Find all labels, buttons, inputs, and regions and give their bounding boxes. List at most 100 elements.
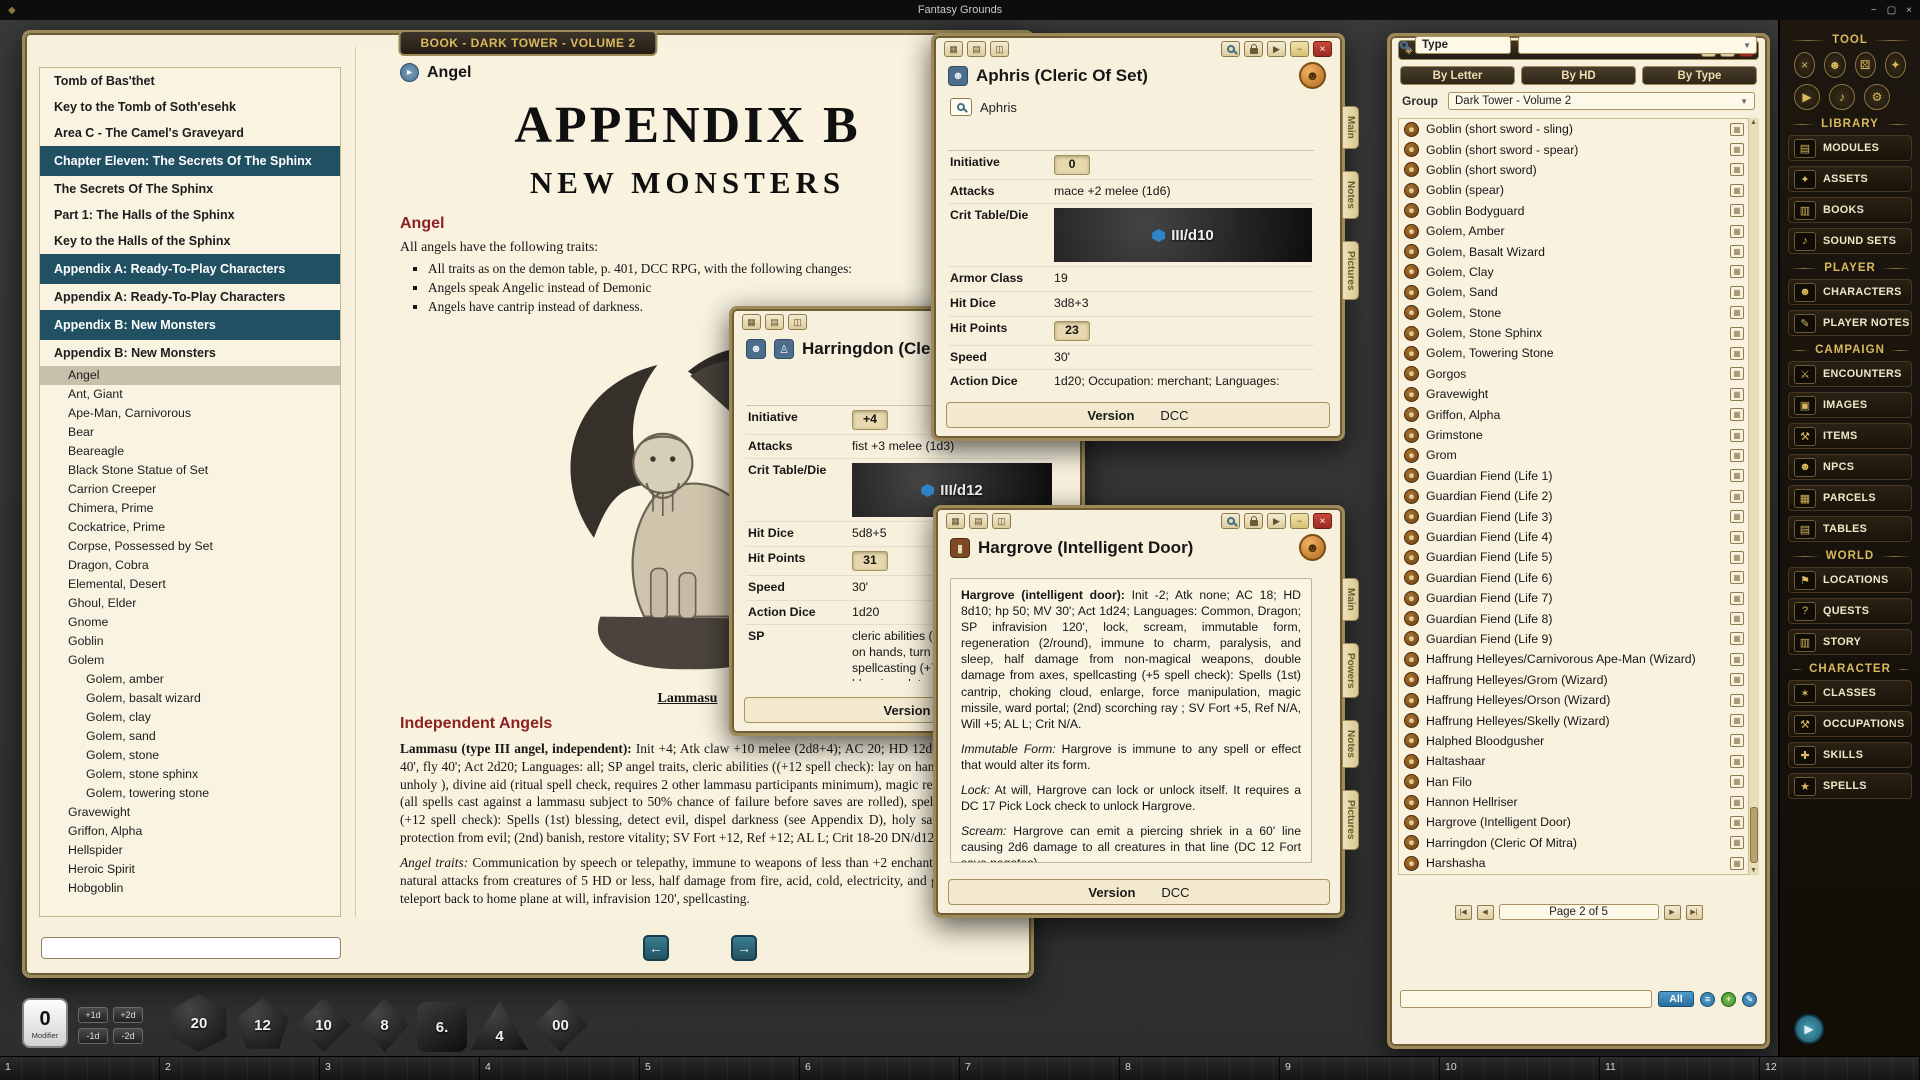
sheet-icon[interactable]: ▤ <box>765 314 784 330</box>
npc-list-item[interactable]: ☻ Guardian Fiend (Life 5) ▦ <box>1399 547 1758 567</box>
modifier-button[interactable]: -1d <box>78 1028 108 1044</box>
hotbar-slot[interactable]: 6 <box>800 1057 960 1080</box>
stat-value[interactable]: III/d10 <box>1054 208 1312 262</box>
sidebar-item[interactable]: ▥STORY <box>1788 629 1912 655</box>
npc-list-item[interactable]: ☻ Hargrove (Intelligent Door) ▦ <box>1399 812 1758 832</box>
token-grid-icon[interactable]: ▦ <box>1730 694 1744 707</box>
toc-item[interactable]: Hellspider <box>40 841 340 860</box>
stat-value[interactable]: 19 <box>1054 271 1312 287</box>
sidebar-item[interactable]: ⚒OCCUPATIONS <box>1788 711 1912 737</box>
toc-item[interactable]: Corpse, Possessed by Set <box>40 537 340 556</box>
modifier-box[interactable]: 0 Modifier <box>22 998 68 1048</box>
die[interactable]: 6. <box>417 1002 467 1052</box>
stat-value[interactable]: 23 <box>1054 321 1312 341</box>
window-tab[interactable]: Pictures <box>1343 241 1359 300</box>
token-grid-icon[interactable]: ▦ <box>1730 265 1744 278</box>
sidebar-item[interactable]: ✎PLAYER NOTES <box>1788 310 1912 336</box>
maximize-icon[interactable]: ▢ <box>1887 5 1896 16</box>
token-grid-icon[interactable]: ▦ <box>1730 571 1744 584</box>
scroll-down-icon[interactable]: ▼ <box>1750 867 1757 874</box>
toc-item[interactable]: Appendix B: New Monsters <box>40 310 340 340</box>
close-icon[interactable]: × <box>1906 5 1912 16</box>
token-grid-icon[interactable]: ▦ <box>1730 551 1744 564</box>
toc-item[interactable]: Golem, amber <box>40 670 340 689</box>
toc-item[interactable]: Griffon, Alpha <box>40 822 340 841</box>
zoom-icon[interactable] <box>1221 513 1240 529</box>
list-scrollbar[interactable]: ▲ ▼ <box>1748 118 1759 875</box>
toc-item[interactable]: Tomb of Bas'thet <box>40 68 340 94</box>
panel-icon[interactable]: ◫ <box>992 513 1011 529</box>
filter-tab[interactable]: By HD <box>1521 66 1636 85</box>
modifier-button[interactable]: +2d <box>113 1007 143 1023</box>
last-page-button[interactable]: ▶| <box>1686 905 1703 920</box>
token-grid-icon[interactable]: ▦ <box>1730 429 1744 442</box>
npc-list-item[interactable]: ☻ Haffrung Helleyes/Skelly (Wizard) ▦ <box>1399 710 1758 730</box>
token-grid-icon[interactable]: ▦ <box>1730 245 1744 258</box>
sidebar-item[interactable]: ✚SKILLS <box>1788 742 1912 768</box>
npc-list-item[interactable]: ☻ Golem, Stone ▦ <box>1399 303 1758 323</box>
sidebar-item[interactable]: ▤MODULES <box>1788 135 1912 161</box>
npc-list-item[interactable]: ☻ Guardian Fiend (Life 2) ▦ <box>1399 486 1758 506</box>
npc-list-item[interactable]: ☻ Goblin (spear) ▦ <box>1399 180 1758 200</box>
sidebar-item[interactable]: ▤TABLES <box>1788 516 1912 542</box>
die[interactable]: 20 <box>168 994 230 1052</box>
die[interactable]: 8 <box>356 998 413 1052</box>
npc-list-item[interactable]: ☻ Guardian Fiend (Life 9) ▦ <box>1399 629 1758 649</box>
record-link-icon[interactable] <box>950 98 972 116</box>
token-grid-icon[interactable]: ▦ <box>1730 755 1744 768</box>
npc-list-item[interactable]: ☻ Goblin (short sword - sling) ▦ <box>1399 119 1758 139</box>
sidebar-item[interactable]: ☻NPCS <box>1788 454 1912 480</box>
window-tab[interactable]: Main <box>1343 578 1359 621</box>
panel-icon[interactable]: ◫ <box>990 41 1009 57</box>
stat-value[interactable]: 1d20; Occupation: merchant; Languages: C… <box>1054 374 1312 388</box>
sidebar-item[interactable]: ▦PARCELS <box>1788 485 1912 511</box>
npc-list-item[interactable]: ☻ Golem, Sand ▦ <box>1399 282 1758 302</box>
toc-item[interactable]: The Secrets Of The Sphinx <box>40 176 340 202</box>
token-grid-icon[interactable]: ▦ <box>1730 734 1744 747</box>
group-dropdown[interactable]: Dark Tower - Volume 2 ▼ <box>1448 92 1755 110</box>
tool-button[interactable]: ▶ <box>1794 84 1820 110</box>
token-grid-icon[interactable]: ▦ <box>1730 653 1744 666</box>
token-icon[interactable]: ▦ <box>946 513 965 529</box>
npc-list-item[interactable]: ☻ Haffrung Helleyes/Carnivorous Ape-Man … <box>1399 649 1758 669</box>
window-tab[interactable]: Notes <box>1343 171 1359 219</box>
npc-list-item[interactable]: ☻ Goblin (short sword) ▦ <box>1399 160 1758 180</box>
npc-list-item[interactable]: ☻ Guardian Fiend (Life 6) ▦ <box>1399 568 1758 588</box>
close-icon[interactable]: × <box>1313 41 1332 57</box>
scroll-up-icon[interactable]: ▲ <box>1750 119 1757 126</box>
npc-list-item[interactable]: ☻ Haltashaar ▦ <box>1399 751 1758 771</box>
first-page-button[interactable]: |◀ <box>1455 905 1472 920</box>
tool-button[interactable]: × <box>1794 52 1815 78</box>
npc-list-item[interactable]: ☻ Guardian Fiend (Life 8) ▦ <box>1399 608 1758 628</box>
tool-button[interactable]: ✦ <box>1885 52 1906 78</box>
npc-list-item[interactable]: ☻ Grom ▦ <box>1399 445 1758 465</box>
lock-icon[interactable] <box>1244 513 1263 529</box>
tool-button[interactable]: ⚄ <box>1855 52 1876 78</box>
token-grid-icon[interactable]: ▦ <box>1730 857 1744 870</box>
toc-item[interactable]: Heroic Spirit <box>40 860 340 879</box>
toc-item[interactable]: Black Stone Statue of Set <box>40 461 340 480</box>
toc-item[interactable]: Appendix A: Ready-To-Play Characters <box>40 284 340 310</box>
toc-item[interactable]: Dragon, Cobra <box>40 556 340 575</box>
token-grid-icon[interactable]: ▦ <box>1730 204 1744 217</box>
hotbar-slot[interactable]: 7 <box>960 1057 1120 1080</box>
toc-item[interactable]: Golem, stone <box>40 746 340 765</box>
edit-icon[interactable]: ✎ <box>1742 992 1757 1007</box>
sidebar-item[interactable]: ✦ASSETS <box>1788 166 1912 192</box>
toc-item[interactable]: Golem, clay <box>40 708 340 727</box>
toc-item[interactable]: Hobgoblin <box>40 879 340 898</box>
toc-item[interactable]: Angel <box>40 366 340 385</box>
minimize-icon[interactable]: − <box>1871 5 1877 16</box>
token-grid-icon[interactable]: ▦ <box>1730 775 1744 788</box>
die[interactable]: 4 <box>471 998 528 1052</box>
npcs-search-input[interactable] <box>1400 990 1652 1008</box>
record-link-text[interactable]: Aphris <box>980 100 1017 115</box>
toc-item[interactable]: Golem, sand <box>40 727 340 746</box>
die[interactable]: 00 <box>532 998 589 1052</box>
token-grid-icon[interactable]: ▦ <box>1730 449 1744 462</box>
toc-item[interactable]: Appendix A: Ready-To-Play Characters <box>40 254 340 284</box>
sidebar-item[interactable]: ?QUESTS <box>1788 598 1912 624</box>
share-icon[interactable]: ▶ <box>1267 41 1286 57</box>
npc-list-item[interactable]: ☻ Guardian Fiend (Life 7) ▦ <box>1399 588 1758 608</box>
toc-item[interactable]: Chimera, Prime <box>40 499 340 518</box>
